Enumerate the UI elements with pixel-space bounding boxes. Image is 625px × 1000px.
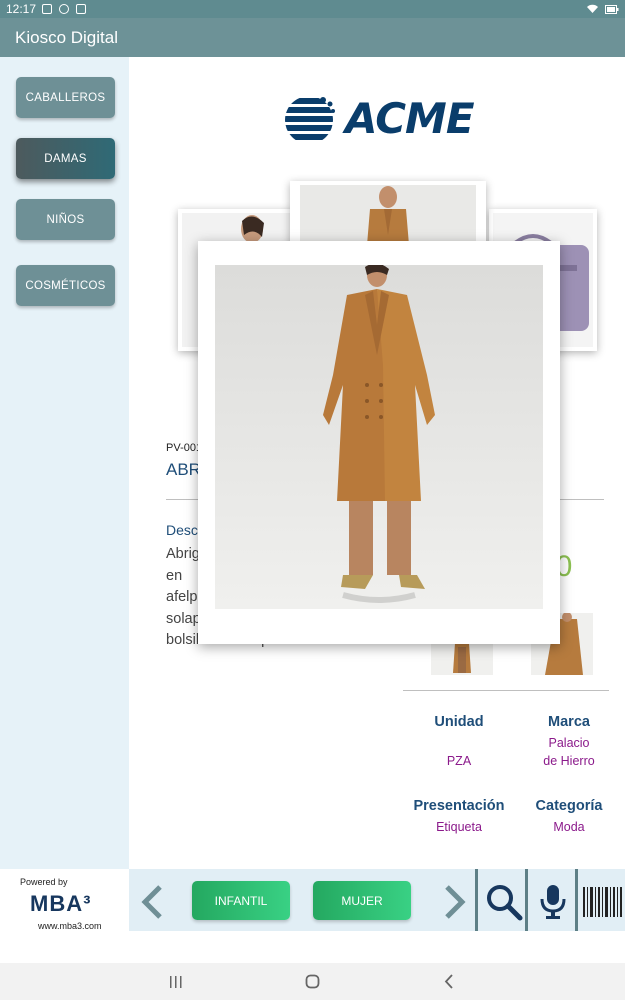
chevron-left-icon[interactable] xyxy=(140,885,164,919)
brand-logo-text: ACME xyxy=(345,93,475,143)
system-nav-bar xyxy=(0,963,625,1000)
attribute-unidad-label: Unidad xyxy=(434,714,484,730)
category-button-cosmeticos[interactable]: COSMÉTICOS xyxy=(16,265,115,306)
microphone-icon[interactable] xyxy=(538,883,568,921)
gallery-card-front[interactable] xyxy=(198,241,560,644)
product-name: ABR xyxy=(166,460,201,479)
attribute-unidad-value: PZA xyxy=(446,754,472,768)
recent-apps-icon[interactable] xyxy=(169,975,183,989)
mba3-logo-text: MBA³ xyxy=(30,891,92,916)
product-sku: PV-001 xyxy=(166,442,203,454)
status-time: 12:17 xyxy=(6,2,37,16)
category-button-caballeros[interactable]: CABALLEROS xyxy=(16,77,115,118)
category-button-ninos[interactable]: NIÑOS xyxy=(16,199,115,240)
mba3-url: www.mba3.com xyxy=(38,921,102,931)
notification-check-icon xyxy=(42,4,53,14)
product-photo-camel-coat xyxy=(215,265,543,609)
notification-image-icon xyxy=(76,4,87,14)
attribute-marca-value: Palacio de Hierro xyxy=(543,736,595,768)
toolbar-separator xyxy=(525,869,528,931)
category-button-damas[interactable]: DAMAS xyxy=(16,138,115,179)
description-title: Desc xyxy=(166,522,198,538)
toolbar-separator xyxy=(475,869,478,931)
home-icon[interactable] xyxy=(305,974,320,989)
bottom-toolbar: Powered by MBA³ www.mba3.com INFANTIL MU… xyxy=(0,869,625,931)
attribute-presentacion-label: Presentación xyxy=(413,798,505,814)
product-panel: ACME PV-001 ABR Desc Abrig en afelp sola… xyxy=(129,57,625,869)
search-icon[interactable] xyxy=(485,883,523,921)
toolbar-separator xyxy=(575,869,578,931)
attribute-presentacion-value: Etiqueta xyxy=(436,820,482,834)
notification-shield-icon xyxy=(59,4,70,14)
brand-logo: ACME xyxy=(283,87,478,149)
category-sidebar: CABALLEROS DAMAS NIÑOS COSMÉTICOS xyxy=(0,57,129,869)
chevron-right-icon[interactable] xyxy=(443,885,467,919)
app-bar: Kiosco Digital xyxy=(0,18,625,57)
attribute-categoria-label: Categoría xyxy=(535,798,603,814)
powered-by-label: Powered by xyxy=(20,877,68,887)
back-icon[interactable] xyxy=(443,974,455,989)
wifi-icon xyxy=(587,4,598,13)
tag-button-infantil[interactable]: INFANTIL xyxy=(192,881,290,920)
battery-icon xyxy=(605,4,619,14)
barcode-icon[interactable] xyxy=(583,887,623,917)
app-title: Kiosco Digital xyxy=(15,27,118,47)
divider xyxy=(403,690,609,691)
attribute-marca-label: Marca xyxy=(548,714,590,730)
status-bar: 12:17 xyxy=(0,0,625,18)
attribute-categoria-value: Moda xyxy=(553,820,585,834)
globe-logo-icon xyxy=(285,97,335,140)
tag-button-mujer[interactable]: MUJER xyxy=(313,881,411,920)
powered-by-panel: Powered by MBA³ www.mba3.com xyxy=(0,869,129,931)
